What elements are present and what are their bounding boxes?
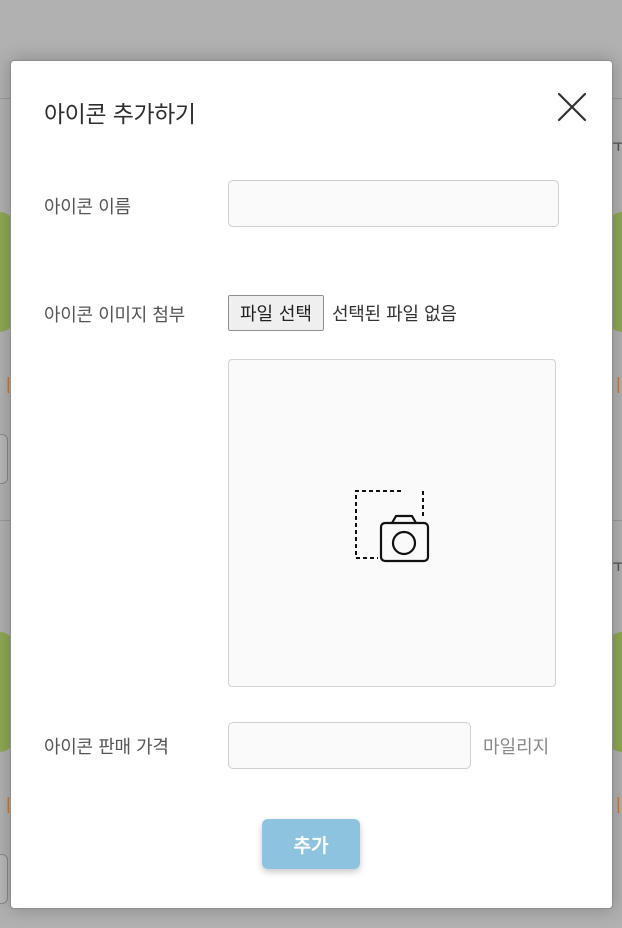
modal-title: 아이콘 추가하기 xyxy=(44,102,196,128)
file-picker: 파일 선택 선택된 파일 없음 xyxy=(228,295,457,331)
icon-price-input[interactable] xyxy=(228,722,471,769)
close-icon xyxy=(557,92,587,122)
icon-image-label: 아이콘 이미지 첨부 xyxy=(44,305,185,326)
background-card-button xyxy=(0,434,8,484)
price-unit-label: 마일리지 xyxy=(483,737,550,758)
add-button[interactable]: 추가 xyxy=(262,819,360,869)
choose-file-button[interactable]: 파일 선택 xyxy=(228,295,324,331)
background-card-button xyxy=(0,854,8,904)
icon-price-label: 아이콘 판매 가격 xyxy=(44,737,169,758)
file-status-text: 선택된 파일 없음 xyxy=(331,304,457,325)
close-button[interactable] xyxy=(555,90,589,124)
camera-placeholder-icon xyxy=(355,490,430,563)
icon-name-label: 아이콘 이름 xyxy=(44,197,131,218)
add-icon-modal: 아이콘 추가하기 아이콘 이름 아이콘 이미지 첨부 파일 선택 선택된 파일 … xyxy=(10,60,613,909)
image-preview-area[interactable] xyxy=(228,359,556,687)
icon-name-input[interactable] xyxy=(228,180,559,227)
